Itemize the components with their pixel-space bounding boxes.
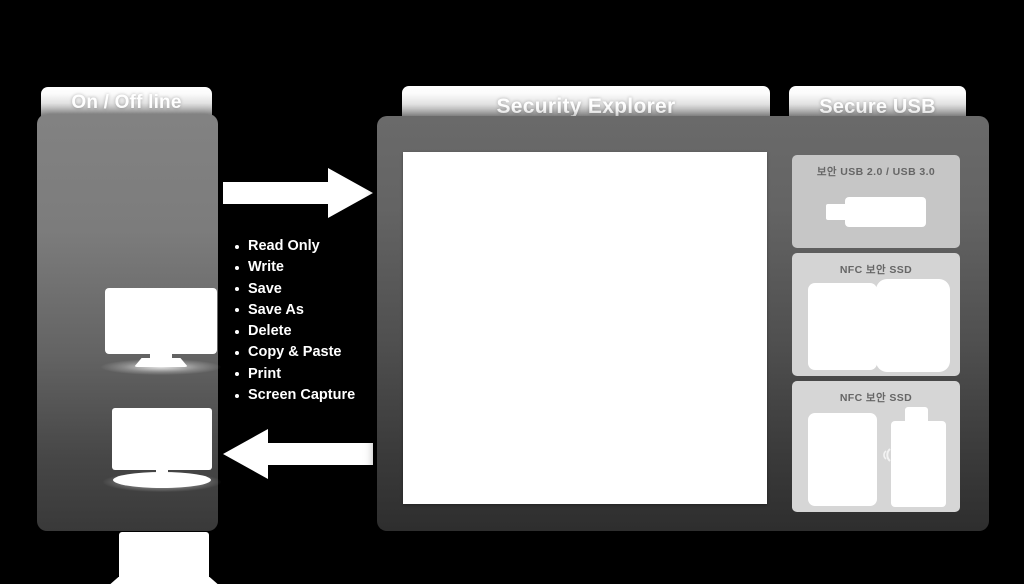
nfc-ssd-card[interactable]: NFC 보안 SSD — [792, 253, 960, 376]
nfc-wave-right-icon — [883, 447, 902, 462]
permission-list: Read Only Write Save Save As Delete Copy… — [232, 236, 382, 406]
display-base — [113, 472, 211, 488]
usb-stick-icon — [826, 197, 926, 227]
list-item: Screen Capture — [232, 385, 382, 406]
desktop-foot — [134, 358, 188, 367]
diagram-canvas: On / Off line Security Explorer Secure U… — [0, 0, 1024, 584]
laptop-icon — [107, 532, 221, 584]
desktop-screen — [105, 288, 217, 354]
laptop-base — [107, 577, 221, 584]
nfc-wave-icons — [848, 315, 904, 331]
list-item: Save — [232, 279, 382, 300]
display-screen — [112, 408, 212, 470]
nfc-wave-icons — [848, 447, 904, 463]
display-monitor-icon — [103, 408, 221, 492]
list-item: Copy & Paste — [232, 342, 382, 363]
on-off-line-panel — [37, 114, 221, 584]
nfc-wave-right-icon — [883, 315, 902, 330]
nfc-pair-row — [792, 279, 960, 372]
left-arrow-icon — [223, 429, 373, 479]
list-item: Delete — [232, 321, 382, 342]
laptop-lid — [119, 532, 209, 580]
right-arrow-icon — [223, 168, 373, 218]
nfc-ssd-card-title: NFC 보안 SSD — [839, 264, 913, 276]
nfc-wave-left-icon — [850, 315, 869, 330]
explorer-content-area[interactable] — [403, 152, 767, 504]
list-item: Print — [232, 364, 382, 385]
usb-body — [845, 197, 926, 227]
list-item: Read Only — [232, 236, 382, 257]
list-item: Write — [232, 257, 382, 278]
nfc-ssd-dongle-card-title: NFC 보안 SSD — [839, 392, 913, 404]
list-item: Save As — [232, 300, 382, 321]
desktop-monitor-icon — [101, 288, 221, 375]
nfc-ssd-dongle-card[interactable]: NFC 보안 SSD — [792, 381, 960, 512]
nfc-pair-row — [792, 407, 960, 507]
nfc-dongle-body — [891, 421, 946, 507]
nfc-wave-left-icon — [850, 447, 869, 462]
secure-usb-card[interactable]: 보안 USB 2.0 / USB 3.0 — [792, 155, 960, 248]
secure-usb-card-title: 보안 USB 2.0 / USB 3.0 — [816, 166, 936, 178]
